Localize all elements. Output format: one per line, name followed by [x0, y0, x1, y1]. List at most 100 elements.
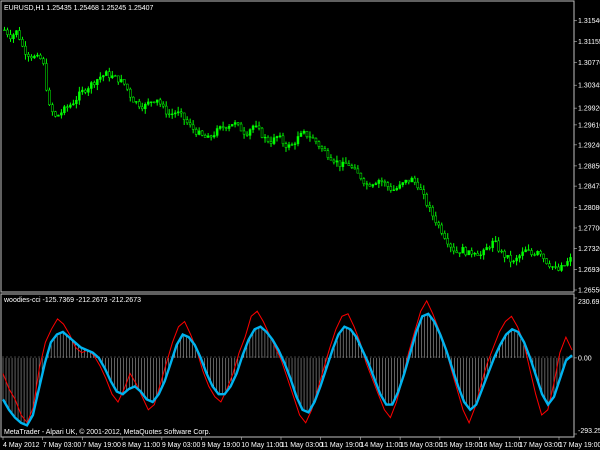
candle-body: [170, 113, 174, 115]
candle-body: [482, 249, 485, 256]
candle-body: [105, 71, 108, 76]
candle-body: [524, 249, 527, 253]
candle-body: [84, 89, 87, 93]
candle-body: [539, 251, 542, 255]
candle-body: [290, 144, 294, 146]
candle-body: [215, 128, 219, 136]
candle-body: [497, 240, 500, 252]
candle-body: [536, 251, 539, 256]
candle-body: [518, 255, 521, 259]
candle-body: [350, 165, 354, 168]
candle-body: [302, 130, 306, 134]
candle-body: [530, 250, 533, 255]
candle-body: [60, 112, 63, 116]
candle-body: [114, 75, 117, 77]
candle-body: [200, 130, 204, 136]
candle-body: [563, 265, 566, 267]
candle-body: [236, 122, 240, 125]
candle-body: [188, 122, 192, 126]
candle-body: [551, 266, 554, 268]
candle-body: [99, 76, 102, 80]
candle-body: [218, 126, 222, 129]
candle-body: [407, 179, 411, 183]
time-axis-label: 16 May 11:00: [480, 442, 522, 449]
candle-body: [341, 161, 345, 167]
candle-body: [428, 205, 431, 208]
candle-body: [138, 101, 141, 108]
candle-body: [224, 127, 228, 129]
candle-body: [149, 101, 153, 103]
candle-body: [69, 104, 72, 108]
candle-body: [3, 29, 6, 31]
candle-body: [63, 106, 66, 114]
candle-body: [227, 125, 231, 129]
candle-body: [266, 136, 270, 142]
candle-body: [146, 101, 150, 105]
candle-body: [554, 266, 557, 268]
main-chart-pane[interactable]: EURUSD,H1 1.25435 1.25468 1.25245 1.2540…: [0, 0, 600, 295]
candle-body: [293, 143, 297, 145]
candle-body: [167, 113, 171, 116]
candle-body: [12, 34, 15, 39]
candle-body: [257, 125, 261, 129]
candle-body: [24, 45, 27, 55]
candle-body: [72, 103, 75, 106]
candle-body: [503, 250, 506, 258]
candle-body: [410, 177, 414, 183]
time-axis-label: 8 May 11:00: [122, 442, 160, 449]
candle-body: [557, 266, 560, 271]
time-axis-label: 15 May 19:00: [440, 442, 483, 449]
time-axis-label: 11 May 03:00: [281, 442, 323, 449]
candle-body: [326, 150, 330, 158]
candle-body: [135, 101, 138, 103]
time-axis-label: 4 May 2012: [3, 442, 40, 449]
candle-body: [185, 119, 189, 124]
candle-body: [179, 111, 183, 114]
candle-body: [123, 79, 126, 85]
candle-body: [111, 75, 114, 78]
candle-body: [278, 135, 282, 137]
price-axis-label: 1.28475: [578, 184, 600, 191]
candle-body: [569, 257, 572, 262]
candle-body: [386, 182, 390, 187]
candle-body: [320, 146, 324, 149]
candle-body: [155, 99, 159, 103]
candle-body: [27, 54, 30, 57]
cci-axis: 230.691 0.00 -293.258: [574, 297, 600, 435]
candle-body: [512, 260, 515, 263]
candle-body: [527, 249, 530, 251]
candle-body: [413, 177, 417, 183]
candle-body: [93, 82, 96, 86]
candle-body: [36, 54, 39, 57]
candle-body: [422, 189, 426, 195]
trading-chart[interactable]: EURUSD,H1 1.25435 1.25468 1.25245 1.2540…: [0, 0, 600, 450]
candle-body: [356, 168, 360, 174]
candle-body: [533, 254, 536, 256]
candle-body: [206, 135, 210, 138]
candle-body: [161, 103, 165, 107]
candle-body: [458, 252, 461, 254]
candle-body: [308, 136, 312, 138]
candle-body: [314, 137, 318, 142]
candle-body: [479, 254, 482, 256]
price-header: EURUSD,H1 1.25435 1.25468 1.25245 1.2540…: [4, 5, 154, 12]
candle-body: [21, 39, 24, 47]
cci-axis-label: 230.691: [578, 299, 600, 306]
candle-body: [191, 124, 195, 130]
candle-body: [446, 238, 449, 245]
time-axis-label: 10 May 11:00: [241, 442, 283, 449]
candle-body: [230, 124, 234, 127]
candle-body: [54, 111, 57, 117]
indicator-pane[interactable]: woodies-cci -125.7369 -212.2673 -212.267…: [0, 293, 600, 438]
candle-body: [449, 243, 452, 248]
candle-body: [203, 135, 207, 138]
candle-body: [368, 184, 372, 187]
candle-body: [221, 126, 225, 128]
candle-body: [353, 167, 357, 170]
price-axis-label: 1.30770: [578, 60, 600, 67]
candle-body: [467, 250, 470, 256]
time-axis-label: 7 May 19:00: [82, 442, 121, 449]
candle-body: [473, 253, 476, 255]
candle-body: [281, 135, 285, 144]
main-pane-frame: [0, 0, 575, 293]
